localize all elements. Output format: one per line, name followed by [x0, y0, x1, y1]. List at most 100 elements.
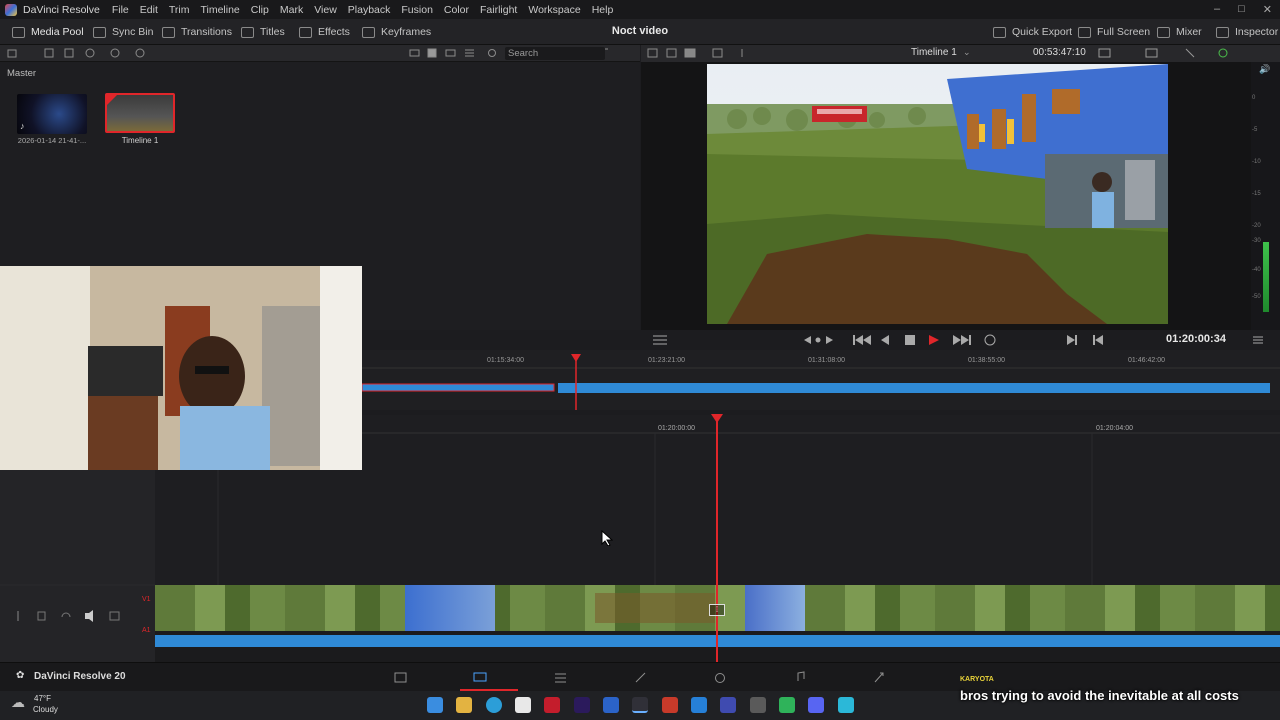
- menu-playback[interactable]: Playback: [348, 4, 391, 16]
- menu-fusion[interactable]: Fusion: [401, 4, 433, 16]
- video-subtitle: bros trying to avoid the inevitable at a…: [960, 688, 1239, 703]
- acrobat-icon[interactable]: [662, 697, 678, 713]
- calculator-icon[interactable]: [750, 697, 766, 713]
- effects-icon: [299, 26, 312, 38]
- meter-scale-0: 0: [1252, 95, 1256, 101]
- notepad-icon[interactable]: [838, 697, 854, 713]
- app-name: DaVinci Resolve: [23, 3, 100, 16]
- inspector-button[interactable]: Inspector: [1216, 19, 1278, 45]
- keyframes-button[interactable]: Keyframes: [362, 19, 431, 45]
- mixer-button[interactable]: Mixer: [1157, 19, 1202, 45]
- word-icon[interactable]: [603, 697, 619, 713]
- viewer-tool-icons: [647, 48, 743, 58]
- playhead-marker-icon[interactable]: [711, 414, 723, 423]
- ruler-tc-3: 01:31:08:00: [808, 357, 845, 364]
- quick-export-button[interactable]: Quick Export: [993, 19, 1072, 45]
- timeline-overview[interactable]: 01:15:34:00 01:23:21:00 01:31:08:00 01:3…: [361, 350, 1280, 410]
- windows-start-icon[interactable]: [427, 697, 443, 713]
- transitions-button[interactable]: Transitions: [162, 19, 232, 45]
- current-timecode[interactable]: 01:20:00:34: [1166, 333, 1226, 345]
- menu-timeline[interactable]: Timeline: [200, 4, 239, 16]
- resolve-logo-icon: [5, 3, 17, 16]
- timecode-duration: 00:53:47:10: [1033, 47, 1086, 58]
- menu-clip[interactable]: Clip: [251, 4, 269, 16]
- menu-bar: DaVinci Resolve File Edit Trim Timeline …: [0, 0, 1280, 19]
- meter-scale-10: -10: [1252, 159, 1261, 165]
- menu-edit[interactable]: Edit: [140, 4, 158, 16]
- menu-workspace[interactable]: Workspace: [528, 4, 580, 16]
- meter-level-bar: [1263, 242, 1269, 312]
- close-icon[interactable]: ✕: [1263, 3, 1272, 16]
- app-icon[interactable]: [720, 697, 736, 713]
- discord-icon[interactable]: [808, 697, 824, 713]
- meter-scale-50: -50: [1252, 294, 1261, 300]
- meter-scale-20: -20: [1252, 223, 1261, 229]
- webcam-feed-image: [0, 266, 362, 470]
- track-v1-label[interactable]: V1: [142, 596, 151, 603]
- premiere-icon[interactable]: [574, 697, 590, 713]
- clip-thumbnail[interactable]: ♪: [17, 94, 87, 134]
- titles-button[interactable]: Titles: [241, 19, 285, 45]
- clip-segment-dirt: [595, 593, 715, 623]
- meter-scale-40: -40: [1252, 267, 1261, 273]
- meter-scale-5: -5: [1252, 127, 1258, 133]
- clip-segment-blue-2: [745, 585, 805, 631]
- weather-cloud-icon: ☁: [11, 694, 25, 710]
- mail-icon[interactable]: [691, 697, 707, 713]
- game-scene-image: [707, 64, 1168, 324]
- chevron-down-icon[interactable]: ⌄: [963, 47, 971, 58]
- viewer-timeline-name[interactable]: Timeline 1: [911, 47, 957, 58]
- media-pool-button[interactable]: Media Pool: [12, 19, 84, 45]
- menu-fairlight[interactable]: Fairlight: [480, 4, 517, 16]
- clip-name: 2026-01-14 21-41-...: [17, 136, 87, 145]
- ruler-tc-2: 01:23:21:00: [648, 357, 685, 364]
- keyframes-icon: [362, 26, 375, 38]
- mixer-icon: [1157, 26, 1170, 38]
- titles-icon: [241, 26, 254, 38]
- maximize-icon[interactable]: □: [1238, 3, 1245, 16]
- audio-meter: 🔊 0 -5 -10 -15 -20 -30 -40 -50: [1251, 62, 1280, 330]
- meter-scale-15: -15: [1252, 191, 1261, 197]
- full-screen-button[interactable]: Full Screen: [1078, 19, 1150, 45]
- menu-view[interactable]: View: [314, 4, 337, 16]
- davinci-taskbar-icon[interactable]: [632, 697, 648, 713]
- sync-bin-icon: [93, 26, 106, 38]
- mcafee-icon[interactable]: [544, 697, 560, 713]
- speaker-icon[interactable]: 🔊: [1259, 64, 1270, 75]
- ruler-tc-1: 01:15:34:00: [487, 357, 524, 364]
- webcam-overlay: [0, 266, 362, 470]
- minimize-icon[interactable]: –: [1214, 3, 1220, 16]
- menu-color[interactable]: Color: [444, 4, 469, 16]
- bin-master-label[interactable]: Master: [7, 68, 36, 79]
- menu-file[interactable]: File: [112, 4, 129, 16]
- audio-note-icon: ♪: [20, 121, 25, 131]
- menu-trim[interactable]: Trim: [169, 4, 190, 16]
- effects-button[interactable]: Effects: [299, 19, 350, 45]
- media-search-input[interactable]: Search: [505, 47, 605, 60]
- viewer-header: Timeline 1 ⌄ 00:53:47:10: [641, 45, 1280, 62]
- menu-help[interactable]: Help: [592, 4, 614, 16]
- weather-condition: Cloudy: [33, 705, 58, 714]
- playhead-line[interactable]: [716, 418, 718, 662]
- mouse-cursor-icon: [601, 530, 613, 546]
- sync-bin-button[interactable]: Sync Bin: [93, 19, 153, 45]
- menu-mark[interactable]: Mark: [280, 4, 303, 16]
- track-a1-label[interactable]: A1: [142, 627, 151, 634]
- whatsapp-icon[interactable]: [779, 697, 795, 713]
- clip-segment-blue: [405, 585, 495, 631]
- edit-point-icon[interactable]: ⁞: [709, 604, 725, 616]
- window-controls: – □ ✕: [1214, 3, 1272, 16]
- viewer-right-icons: [1098, 48, 1228, 58]
- selected-corner-icon: [107, 95, 117, 105]
- file-explorer-icon[interactable]: [456, 697, 472, 713]
- edge-browser-icon[interactable]: [486, 697, 502, 713]
- timeline-clip-name: Timeline 1: [121, 136, 159, 145]
- media-pool-icon: [12, 26, 25, 38]
- transport-controls: 01:20:00:34: [641, 330, 1280, 350]
- export-icon: [993, 26, 1006, 38]
- transitions-icon: [162, 26, 175, 38]
- store-icon[interactable]: [515, 697, 531, 713]
- timeline-thumbnail[interactable]: [105, 93, 175, 133]
- project-title: Noct video: [611, 25, 669, 37]
- viewer-video-frame[interactable]: [707, 64, 1168, 324]
